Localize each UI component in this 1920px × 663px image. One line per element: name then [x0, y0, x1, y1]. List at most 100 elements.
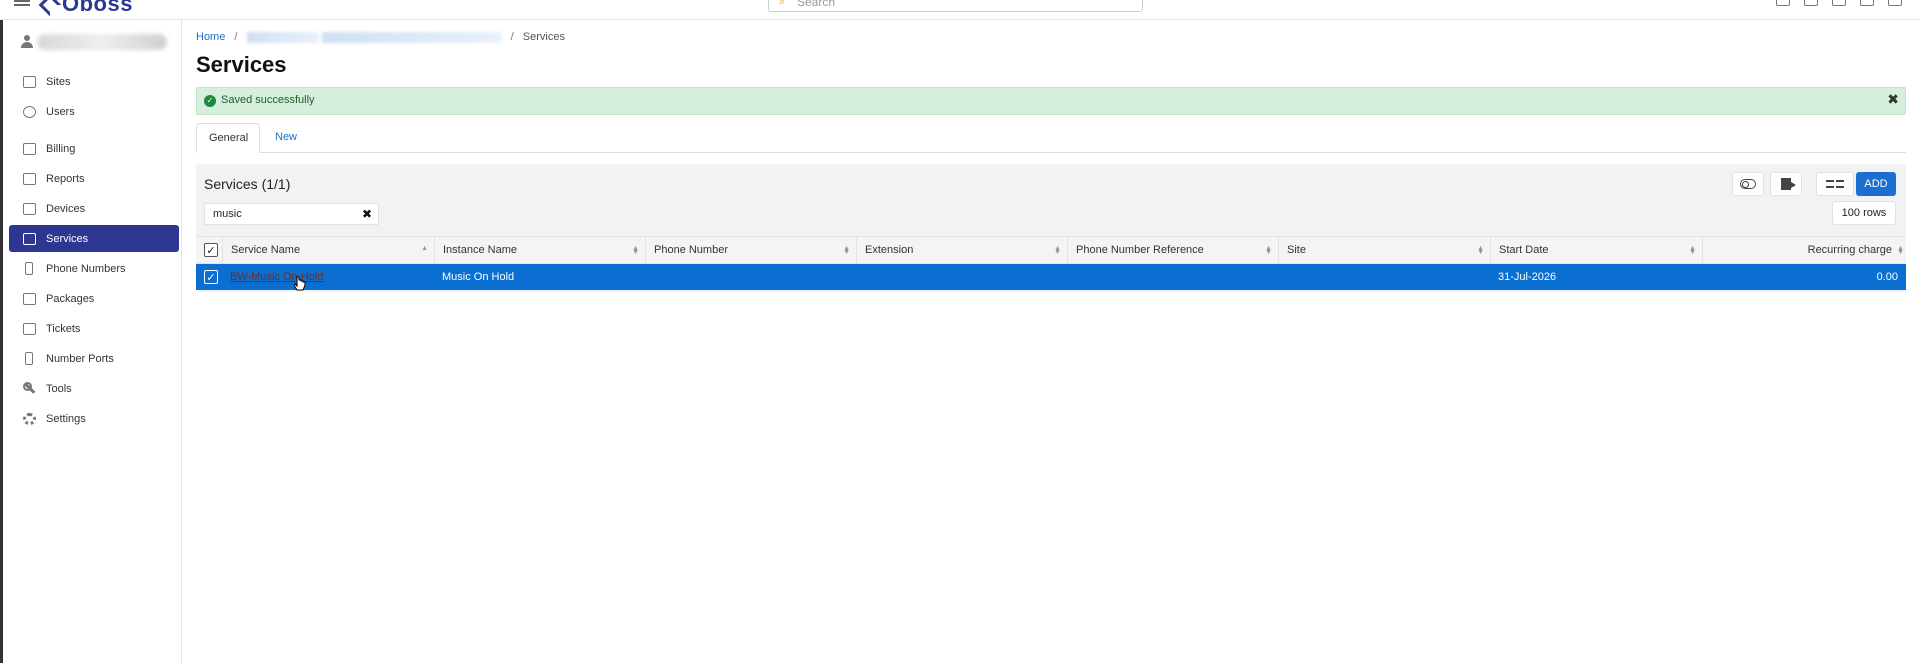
ticket-icon	[23, 322, 36, 335]
sidebar-item-settings[interactable]: Settings	[9, 405, 179, 432]
cell-phone-number	[645, 264, 856, 290]
close-icon[interactable]: ✖	[1887, 91, 1899, 108]
sort-icon: ▲ ▼	[1054, 245, 1061, 256]
sidebar-item-phone-numbers[interactable]: Phone Numbers	[9, 255, 179, 282]
sort-icon: ▲ ▼	[843, 245, 850, 256]
user-profile[interactable]	[19, 32, 169, 54]
breadcrumb-separator: /	[510, 31, 514, 43]
table-header: ✓ Service Name ▲ Instance Name ▲ ▼ Phone Nu…	[196, 236, 1906, 264]
clipboard-icon[interactable]	[1804, 0, 1818, 6]
breadcrumb-redacted-1[interactable]	[246, 31, 319, 43]
column-label: Phone Number Reference	[1076, 244, 1204, 256]
breadcrumb-home[interactable]: Home	[196, 31, 225, 43]
package-icon	[23, 292, 36, 305]
filter-input[interactable]: music ✖	[204, 203, 379, 225]
column-header-site[interactable]: Site ▲ ▼	[1278, 237, 1490, 263]
chart-icon	[23, 172, 36, 185]
cell-recurring-charge: 0.00	[1876, 271, 1898, 283]
phone-icon	[25, 262, 33, 275]
column-label: Service Name	[231, 244, 301, 256]
column-header-start-date[interactable]: Start Date ▲ ▼	[1490, 237, 1702, 263]
column-header-instance-name[interactable]: Instance Name ▲ ▼	[434, 237, 645, 263]
column-label: Extension	[865, 244, 914, 256]
service-name-link[interactable]: BW-Music On Hold	[230, 271, 323, 283]
row-select-cell: ✓	[196, 264, 222, 290]
breadcrumb-redacted-2[interactable]	[321, 31, 502, 43]
users-icon	[23, 105, 36, 118]
clear-filter-icon[interactable]: ✖	[362, 207, 372, 221]
tab-new[interactable]: New	[263, 123, 309, 153]
tabs: General New	[196, 123, 1906, 153]
column-header-service-name[interactable]: Service Name ▲	[222, 237, 434, 263]
sidebar-item-tools[interactable]: Tools	[9, 375, 179, 402]
logo-icon	[38, 0, 62, 17]
sidebar-item-services[interactable]: Services	[9, 225, 179, 252]
bell-icon[interactable]	[1860, 0, 1874, 6]
alert-message: Saved successfully	[221, 94, 315, 106]
user-name-redacted	[37, 34, 167, 50]
page-title: Services	[196, 52, 287, 77]
sidebar-item-label: Services	[46, 232, 89, 245]
sort-asc-icon: ▲	[421, 245, 428, 252]
column-header-phone-number[interactable]: Phone Number ▲ ▼	[645, 237, 856, 263]
sidebar-item-label: Reports	[46, 172, 85, 185]
sidebar-nav: Sites Users Billing Reports Devices Serv…	[9, 68, 179, 435]
window-icon[interactable]	[1888, 0, 1902, 6]
logo-text: Oboss	[62, 0, 133, 16]
breadcrumb: Home / / Services	[196, 31, 565, 43]
chat-icon[interactable]	[1776, 0, 1790, 6]
export-button[interactable]	[1770, 172, 1802, 196]
rows-per-page-select[interactable]: 100 rows	[1832, 201, 1896, 225]
services-table: ✓ Service Name ▲ Instance Name ▲ ▼ Phone Nu…	[196, 236, 1906, 290]
sidebar-item-sites[interactable]: Sites	[9, 68, 179, 95]
column-header-recurring-charge[interactable]: Recurring charge ▲ ▼	[1702, 237, 1906, 263]
sort-icon: ▲ ▼	[1477, 245, 1484, 256]
calendar-icon[interactable]	[1832, 0, 1846, 6]
search-icon: ⌕	[779, 0, 786, 8]
column-header-phone-number-reference[interactable]: Phone Number Reference ▲ ▼	[1067, 237, 1278, 263]
services-panel: Services (1/1) music ✖ ADD 100 rows ✓ Se…	[196, 164, 1906, 292]
sidebar-item-label: Phone Numbers	[46, 262, 126, 275]
building-icon	[23, 75, 36, 88]
cell-start-date: 31-Jul-2026	[1498, 271, 1557, 283]
sort-icon: ▲ ▼	[1689, 245, 1696, 256]
columns-button[interactable]	[1816, 172, 1854, 196]
export-icon	[1781, 178, 1796, 190]
search-placeholder: Search	[797, 0, 836, 9]
sidebar-item-billing[interactable]: Billing	[9, 135, 179, 162]
row-checkbox[interactable]: ✓	[204, 270, 218, 284]
add-button[interactable]: ADD	[1856, 172, 1896, 196]
cell-site	[1278, 264, 1490, 290]
toggle-icon	[1740, 179, 1756, 189]
tab-general[interactable]: General	[196, 123, 260, 153]
gear-icon	[23, 412, 36, 425]
global-search-input[interactable]: ⌕ Search	[768, 0, 1143, 12]
column-label: Phone Number	[654, 244, 728, 256]
cell-instance-name: Music On Hold	[442, 271, 515, 283]
sidebar-item-label: Tickets	[46, 322, 81, 335]
sidebar-item-label: Packages	[46, 292, 95, 305]
table-row[interactable]: ✓ BW-Music On Hold Music On Hold 31-Jul-…	[196, 264, 1906, 290]
sidebar-item-devices[interactable]: Devices	[9, 195, 179, 222]
sidebar-item-reports[interactable]: Reports	[9, 165, 179, 192]
sidebar-item-users[interactable]: Users	[9, 98, 179, 125]
breadcrumb-separator: /	[234, 31, 238, 43]
hamburger-menu-icon[interactable]	[14, 0, 30, 6]
sidebar-item-label: Billing	[46, 142, 76, 155]
sidebar-item-tickets[interactable]: Tickets	[9, 315, 179, 342]
column-label: Start Date	[1499, 244, 1549, 256]
sidebar-item-packages[interactable]: Packages	[9, 285, 179, 312]
column-header-extension[interactable]: Extension ▲ ▼	[856, 237, 1067, 263]
app-logo[interactable]: Oboss	[38, 0, 133, 17]
panel-title: Services (1/1)	[204, 176, 291, 192]
sidebar: Sites Users Billing Reports Devices Serv…	[0, 20, 182, 663]
sidebar-item-label: Sites	[46, 75, 71, 88]
success-alert: ✓ Saved successfully ✖	[196, 87, 1906, 115]
wrench-icon	[23, 382, 36, 395]
sidebar-item-label: Devices	[46, 202, 86, 215]
select-all-checkbox[interactable]: ✓	[204, 243, 218, 257]
sidebar-item-number-ports[interactable]: Number Ports	[9, 345, 179, 372]
column-label: Site	[1287, 244, 1306, 256]
sort-icon: ▲ ▼	[632, 245, 639, 256]
toggle-view-button[interactable]	[1732, 172, 1764, 196]
